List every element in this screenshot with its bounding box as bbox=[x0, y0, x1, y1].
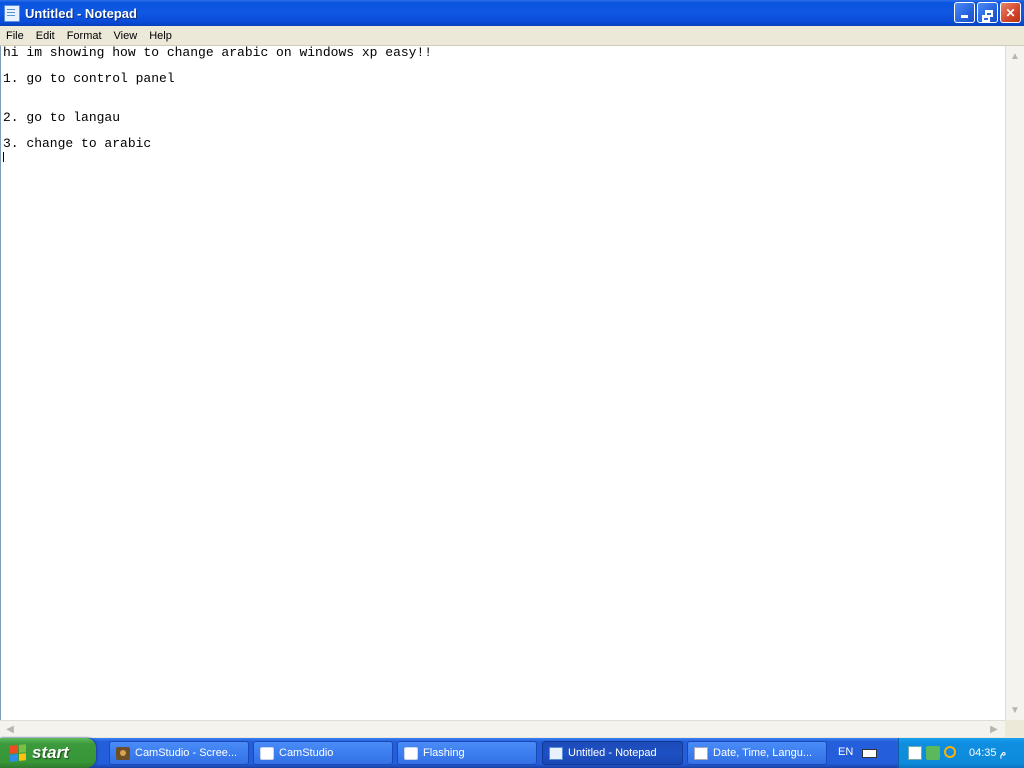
close-icon: ✕ bbox=[1005, 5, 1016, 20]
taskbar-button-label: CamStudio - Scree... bbox=[135, 747, 238, 759]
text-line: 3. change to arabic bbox=[3, 136, 152, 151]
text-line bbox=[3, 124, 1005, 137]
camstudio-icon bbox=[116, 746, 130, 760]
folder-icon bbox=[404, 746, 418, 760]
vertical-scrollbar[interactable]: ▲ ▼ bbox=[1005, 46, 1024, 720]
language-indicator[interactable]: EN bbox=[838, 746, 853, 758]
menu-help[interactable]: Help bbox=[143, 30, 178, 42]
system-tray: 04:35 م bbox=[898, 738, 1024, 768]
text-line bbox=[3, 85, 1005, 98]
text-line: 2. go to langau bbox=[3, 110, 121, 125]
restore-icon bbox=[981, 10, 993, 22]
scrollbar-corner bbox=[1005, 720, 1024, 737]
menu-file[interactable]: File bbox=[0, 30, 30, 42]
menu-edit[interactable]: Edit bbox=[30, 30, 61, 42]
restore-button[interactable] bbox=[977, 2, 998, 23]
folder-icon bbox=[260, 746, 274, 760]
taskbar-button-label: Flashing bbox=[423, 747, 465, 759]
document-icon bbox=[694, 746, 708, 760]
text-line: 1. go to control panel bbox=[3, 71, 175, 86]
taskbar-button-label: Untitled - Notepad bbox=[568, 747, 657, 759]
taskbar-button-flashing[interactable]: Flashing bbox=[397, 741, 537, 765]
taskbar-button-camstudio[interactable]: CamStudio bbox=[253, 741, 393, 765]
taskbar-button-date-time-language[interactable]: Date, Time, Langu... bbox=[687, 741, 827, 765]
scroll-right-arrow-icon[interactable]: ▶ bbox=[986, 721, 1002, 737]
scroll-down-arrow-icon[interactable]: ▼ bbox=[1006, 702, 1024, 718]
window-controls: ✕ bbox=[954, 2, 1021, 23]
menu-format[interactable]: Format bbox=[61, 30, 108, 42]
menu-view[interactable]: View bbox=[108, 30, 144, 42]
close-button[interactable]: ✕ bbox=[1000, 2, 1021, 23]
taskbar-button-camstudio-screen[interactable]: CamStudio - Scree... bbox=[109, 741, 249, 765]
taskbar-button-notepad[interactable]: Untitled - Notepad bbox=[542, 741, 683, 765]
notepad-icon bbox=[549, 746, 563, 760]
scroll-up-arrow-icon[interactable]: ▲ bbox=[1006, 48, 1024, 64]
minimize-button[interactable] bbox=[954, 2, 975, 23]
windows-logo-icon bbox=[10, 744, 26, 762]
caret-line bbox=[3, 150, 1005, 163]
menu-bar: File Edit Format View Help bbox=[0, 26, 1024, 46]
document-text: hi im showing how to change arabic on wi… bbox=[1, 46, 1005, 163]
text-line bbox=[3, 98, 1005, 111]
search-icon[interactable] bbox=[944, 746, 956, 758]
minimize-icon bbox=[961, 15, 968, 18]
scroll-left-arrow-icon[interactable]: ◀ bbox=[2, 721, 18, 737]
text-caret bbox=[3, 152, 4, 162]
network-icon[interactable] bbox=[908, 746, 922, 760]
taskbar-button-label: Date, Time, Langu... bbox=[713, 747, 813, 759]
window-title: Untitled - Notepad bbox=[25, 5, 137, 21]
text-line: hi im showing how to change arabic on wi… bbox=[3, 46, 433, 60]
notepad-icon[interactable] bbox=[4, 4, 20, 22]
security-icon[interactable] bbox=[926, 746, 940, 760]
title-bar[interactable]: Untitled - Notepad ✕ bbox=[0, 0, 1024, 26]
start-label: start bbox=[32, 743, 69, 762]
keyboard-icon[interactable] bbox=[862, 749, 877, 758]
clock[interactable]: 04:35 م bbox=[969, 746, 1006, 759]
text-editor[interactable]: hi im showing how to change arabic on wi… bbox=[0, 46, 1005, 720]
horizontal-scrollbar[interactable]: ◀ ▶ bbox=[0, 720, 1005, 737]
taskbar: start CamStudio - Scree... CamStudio Fla… bbox=[0, 738, 1024, 768]
taskbar-button-label: CamStudio bbox=[279, 747, 334, 759]
start-button[interactable]: start bbox=[0, 738, 96, 768]
